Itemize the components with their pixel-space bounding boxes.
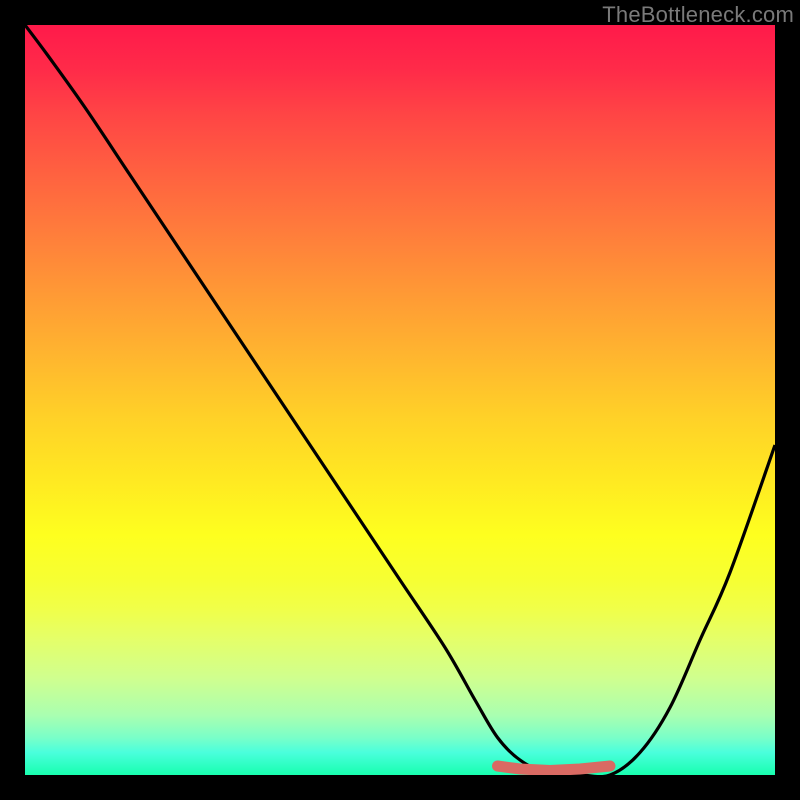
chart-frame: TheBottleneck.com	[0, 0, 800, 800]
curve-layer	[25, 25, 775, 775]
plot-area	[25, 25, 775, 775]
bottleneck-curve	[25, 25, 775, 775]
optimal-marker	[498, 766, 611, 771]
watermark-text: TheBottleneck.com	[602, 2, 794, 28]
